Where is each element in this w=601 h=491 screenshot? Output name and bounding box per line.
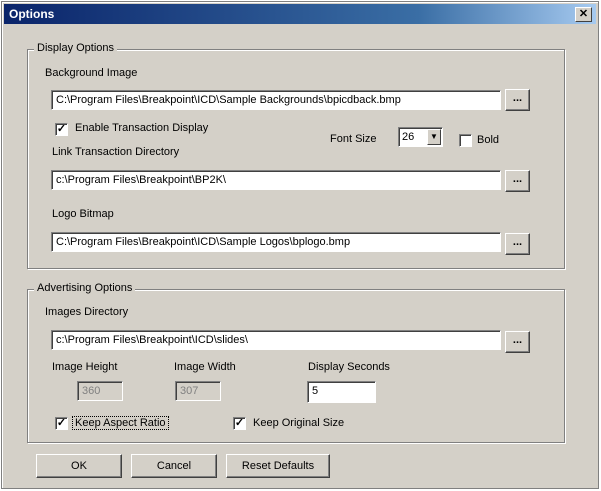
link-directory-browse-button[interactable]: ...: [505, 170, 530, 192]
logo-bitmap-browse-button[interactable]: ...: [505, 233, 530, 255]
image-width-field: 307: [175, 381, 221, 401]
background-image-browse-button[interactable]: ...: [505, 89, 530, 111]
link-directory-label: Link Transaction Directory: [52, 146, 180, 158]
close-icon: ✕: [578, 8, 589, 20]
advertising-options-group: Advertising Options Images Directory c:\…: [27, 282, 565, 443]
enable-transaction-checkbox[interactable]: ✓: [55, 123, 68, 136]
background-image-field[interactable]: C:\Program Files\Breakpoint\ICD\Sample B…: [51, 90, 501, 110]
advertising-options-legend: Advertising Options: [34, 282, 136, 294]
bold-label: Bold: [477, 134, 500, 146]
image-height-label: Image Height: [52, 361, 118, 373]
images-directory-label: Images Directory: [45, 306, 129, 318]
reset-defaults-button[interactable]: Reset Defaults: [226, 454, 330, 478]
enable-transaction-label: Enable Transaction Display: [75, 122, 209, 134]
images-directory-browse-button[interactable]: ...: [505, 331, 530, 353]
bold-checkbox[interactable]: [459, 134, 472, 147]
keep-original-checkbox[interactable]: ✓: [233, 417, 246, 430]
window-title: Options: [9, 7, 55, 21]
logo-bitmap-label: Logo Bitmap: [52, 208, 114, 220]
font-size-value: 26: [402, 131, 415, 143]
keep-aspect-label[interactable]: Keep Aspect Ratio: [72, 416, 169, 430]
close-button[interactable]: ✕: [575, 7, 592, 22]
display-seconds-field[interactable]: 5: [307, 381, 376, 403]
cancel-button[interactable]: Cancel: [131, 454, 217, 478]
display-options-group: Display Options Background Image C:\Prog…: [27, 42, 565, 269]
keep-original-label: Keep Original Size: [253, 417, 345, 429]
display-options-legend: Display Options: [34, 42, 118, 54]
image-height-field: 360: [77, 381, 123, 401]
check-icon: ✓: [234, 417, 245, 429]
keep-aspect-checkbox[interactable]: ✓: [55, 417, 68, 430]
image-width-label: Image Width: [174, 361, 236, 373]
logo-bitmap-field[interactable]: C:\Program Files\Breakpoint\ICD\Sample L…: [51, 232, 501, 252]
font-size-select[interactable]: 26 ▼: [398, 127, 443, 147]
options-dialog: Options ✕ Display Options Background Ima…: [1, 1, 599, 489]
display-seconds-label: Display Seconds: [308, 361, 390, 373]
images-directory-field[interactable]: c:\Program Files\Breakpoint\ICD\slides\: [51, 330, 501, 350]
link-directory-field[interactable]: c:\Program Files\Breakpoint\BP2K\: [51, 170, 501, 190]
chevron-down-icon[interactable]: ▼: [427, 129, 441, 145]
check-icon: ✓: [56, 123, 67, 135]
ok-button[interactable]: OK: [36, 454, 122, 478]
check-icon: ✓: [56, 417, 67, 429]
background-image-label: Background Image: [45, 67, 138, 79]
title-bar[interactable]: Options ✕: [4, 4, 596, 24]
font-size-label: Font Size: [330, 133, 377, 145]
